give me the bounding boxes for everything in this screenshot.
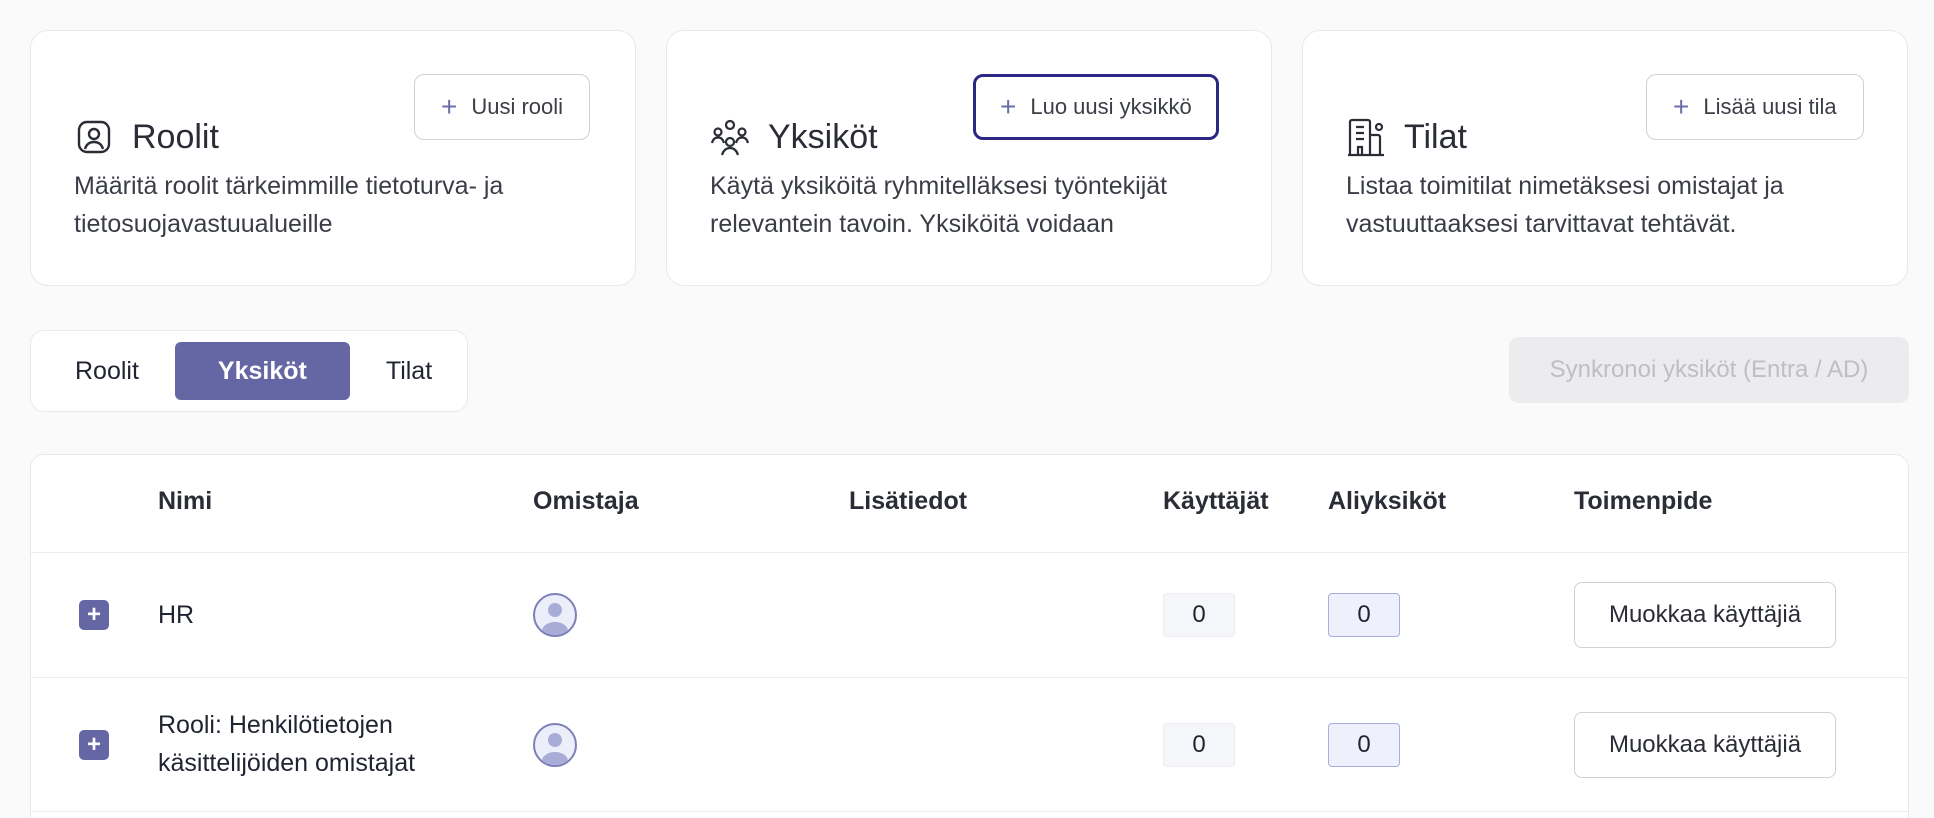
- units-table: Nimi Omistaja Lisätiedot Käyttäjät Aliyk…: [30, 454, 1909, 818]
- column-header-subunits: Aliyksiköt: [1328, 487, 1447, 515]
- column-header-users: Käyttäjät: [1163, 487, 1269, 515]
- premises-card-title: Tilat: [1346, 111, 1467, 163]
- units-card-description: Käytä yksiköitä ryhmitelläksesi työnteki…: [710, 172, 1168, 238]
- column-header-owner: Omistaja: [533, 487, 639, 515]
- tab-units[interactable]: Yksiköt: [174, 342, 350, 400]
- column-header-action: Toimenpide: [1574, 487, 1713, 515]
- plus-icon: +: [1000, 91, 1017, 122]
- new-role-button-label: Uusi rooli: [471, 94, 564, 119]
- table-row: + HR 0 0 Muokkaa käyttäjiä: [31, 553, 1908, 678]
- column-header-name: Nimi: [158, 487, 213, 515]
- table-header: Nimi Omistaja Lisätiedot Käyttäjät Aliyk…: [31, 455, 1908, 553]
- tab-premises[interactable]: Tilat: [356, 342, 462, 400]
- building-icon: [1346, 117, 1386, 157]
- view-tabs: Roolit Yksiköt Tilat: [30, 330, 468, 412]
- premises-card-heading: Tilat: [1404, 117, 1467, 156]
- owner-avatar[interactable]: [533, 593, 577, 637]
- edit-users-button[interactable]: Muokkaa käyttäjiä: [1574, 582, 1836, 648]
- subunits-count[interactable]: 0: [1328, 593, 1400, 637]
- subunits-count[interactable]: 0: [1328, 723, 1400, 767]
- tab-roles[interactable]: Roolit: [45, 342, 169, 400]
- add-premise-button[interactable]: + Lisää uusi tila: [1646, 74, 1864, 140]
- user-badge-icon: [74, 117, 114, 157]
- roles-card-heading: Roolit: [132, 117, 219, 156]
- add-premise-button-label: Lisää uusi tila: [1703, 94, 1837, 119]
- plus-icon: +: [441, 91, 458, 122]
- premises-card: Tilat + Lisää uusi tila Listaa toimitila…: [1302, 30, 1908, 286]
- premises-card-description: Listaa toimitilat nimetäksesi omistajat …: [1346, 172, 1784, 238]
- users-count: 0: [1163, 593, 1235, 637]
- sync-units-button[interactable]: Synkronoi yksiköt (Entra / AD): [1509, 337, 1909, 403]
- units-card-title: Yksiköt: [710, 111, 878, 163]
- new-role-button[interactable]: + Uusi rooli: [414, 74, 591, 140]
- table-row: + Rooli: Henkilötietojen käsittelijöiden…: [31, 678, 1908, 812]
- units-card: Yksiköt + Luo uusi yksikkö Käytä yksiköi…: [666, 30, 1272, 286]
- group-icon: [710, 117, 750, 157]
- edit-users-button[interactable]: Muokkaa käyttäjiä: [1574, 712, 1836, 778]
- unit-name: HR: [158, 601, 195, 629]
- expand-row-icon[interactable]: +: [79, 600, 109, 630]
- page: Roolit + Uusi rooli Määritä roolit tärke…: [0, 0, 1934, 818]
- units-card-heading: Yksiköt: [768, 117, 878, 156]
- owner-avatar[interactable]: [533, 723, 577, 767]
- users-count: 0: [1163, 723, 1235, 767]
- unit-name: Rooli: Henkilötietojen käsittelijöiden o…: [158, 711, 416, 777]
- roles-card: Roolit + Uusi rooli Määritä roolit tärke…: [30, 30, 636, 286]
- create-unit-button-label: Luo uusi yksikkö: [1030, 94, 1192, 119]
- create-unit-button[interactable]: + Luo uusi yksikkö: [973, 74, 1219, 140]
- column-header-details: Lisätiedot: [849, 487, 968, 515]
- roles-card-description: Määritä roolit tärkeimmille tietoturva- …: [74, 172, 504, 238]
- plus-icon: +: [1673, 91, 1690, 122]
- expand-row-icon[interactable]: +: [79, 730, 109, 760]
- roles-card-title: Roolit: [74, 111, 219, 163]
